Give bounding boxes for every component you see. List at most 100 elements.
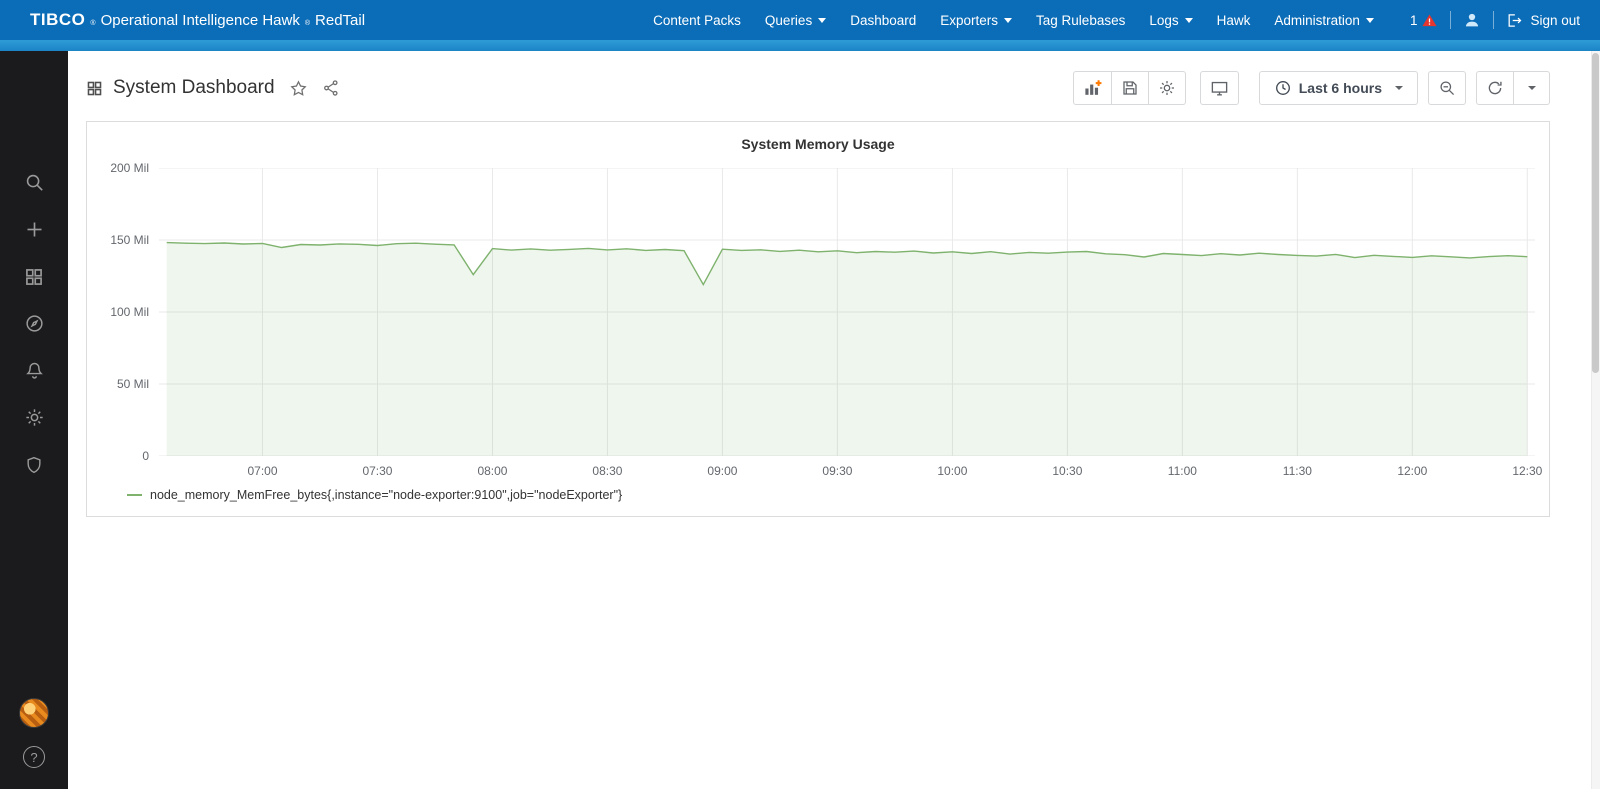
dashboards-icon [24, 267, 44, 287]
x-tick-label: 09:30 [822, 464, 852, 478]
nav-item-label: Exporters [940, 13, 998, 28]
nav-item-exporters[interactable]: Exporters [940, 13, 1012, 28]
sidebar-item-help[interactable]: ? [0, 735, 68, 779]
topbar-accent-strip [0, 40, 1600, 51]
topbar-divider-2 [1493, 11, 1494, 29]
panel-title[interactable]: System Memory Usage [101, 132, 1535, 168]
nav-item-hawk[interactable]: Hawk [1217, 13, 1251, 28]
chevron-down-icon [818, 18, 826, 23]
zoom-out-button[interactable] [1428, 71, 1466, 105]
x-tick-label: 08:30 [592, 464, 622, 478]
nav-item-label: Dashboard [850, 13, 916, 28]
legend-series-label[interactable]: node_memory_MemFree_bytes{,instance="nod… [150, 488, 622, 502]
chevron-down-icon [1366, 18, 1374, 23]
chart-legend: node_memory_MemFree_bytes{,instance="nod… [101, 482, 1535, 504]
alerting-icon [24, 360, 45, 381]
nav-item-content-packs[interactable]: Content Packs [653, 13, 741, 28]
brand-product: Operational Intelligence Hawk [101, 12, 300, 29]
zoom-out-icon [1438, 79, 1456, 97]
cycle-view-button[interactable] [1200, 71, 1239, 105]
brand-tibco: TIBCO [30, 10, 85, 30]
memory-chart-svg [159, 168, 1535, 456]
dashboard-header: System Dashboard [68, 51, 1600, 117]
sidebar-item-search[interactable] [0, 159, 68, 206]
nav-item-label: Queries [765, 13, 812, 28]
memory-usage-panel[interactable]: System Memory Usage 200 Mil150 Mil100 Mi… [86, 121, 1550, 517]
x-tick-label: 11:00 [1168, 464, 1197, 478]
refresh-icon [1486, 79, 1504, 97]
signout-button[interactable]: Sign out [1506, 12, 1580, 29]
refresh-button[interactable] [1476, 71, 1514, 105]
sidebar-item-configuration[interactable] [0, 394, 68, 441]
warning-triangle-icon [1421, 12, 1438, 29]
alerts-indicator[interactable]: 1 [1410, 12, 1439, 29]
main-content: System Dashboard [68, 51, 1600, 789]
scrollbar-thumb[interactable] [1592, 53, 1599, 373]
x-tick-label: 08:00 [477, 464, 507, 478]
x-tick-label: 12:30 [1512, 464, 1542, 478]
nav-item-dashboard[interactable]: Dashboard [850, 13, 916, 28]
gear-icon [1158, 79, 1176, 97]
user-icon [1463, 11, 1481, 29]
topnav-items: Content Packs Queries Dashboard Exporter… [653, 13, 1374, 28]
y-tick-label: 200 Mil [110, 161, 149, 175]
favorite-star-button[interactable] [289, 79, 308, 98]
add-icon [24, 219, 45, 240]
chart-plot[interactable] [159, 168, 1535, 456]
topnav-right-cluster: 1 Sign out [1410, 11, 1580, 29]
monitor-icon [1210, 79, 1229, 98]
x-tick-label: 07:30 [362, 464, 392, 478]
explore-icon [24, 313, 45, 334]
dashboard-settings-button[interactable] [1149, 71, 1186, 105]
sidebar-item-create[interactable] [0, 206, 68, 253]
alerts-count: 1 [1410, 13, 1418, 28]
signout-icon [1506, 12, 1523, 29]
shield-icon [24, 455, 44, 475]
nav-item-administration[interactable]: Administration [1274, 13, 1374, 28]
sidebar-item-explore[interactable] [0, 300, 68, 347]
search-icon [24, 172, 45, 193]
avatar [19, 698, 49, 728]
nav-item-label: Tag Rulebases [1036, 13, 1125, 28]
settings-icon [24, 407, 45, 428]
chevron-down-icon [1004, 18, 1012, 23]
sidebar-item-security[interactable] [0, 441, 68, 488]
x-tick-label: 07:00 [247, 464, 277, 478]
sidebar: ? [0, 51, 68, 789]
brand-reg-1: ® [90, 20, 95, 27]
signout-label: Sign out [1530, 13, 1580, 28]
page-title: System Dashboard [113, 77, 275, 99]
nav-item-logs[interactable]: Logs [1149, 13, 1192, 28]
chevron-down-icon [1395, 86, 1403, 90]
legend-series-swatch[interactable] [127, 494, 142, 496]
brand-logo[interactable]: TIBCO® Operational Intelligence Hawk® Re… [30, 10, 365, 30]
dashboard-grid-icon [86, 80, 103, 97]
user-menu-button[interactable] [1463, 11, 1481, 29]
y-tick-label: 100 Mil [110, 305, 149, 319]
share-button[interactable] [322, 79, 340, 97]
sidebar-item-profile[interactable] [0, 691, 68, 735]
nav-item-queries[interactable]: Queries [765, 13, 826, 28]
sidebar-bottom: ? [0, 691, 68, 789]
topbar: TIBCO® Operational Intelligence Hawk® Re… [0, 0, 1600, 40]
x-tick-label: 12:00 [1397, 464, 1427, 478]
topbar-divider [1450, 11, 1451, 29]
help-icon: ? [23, 746, 45, 768]
chevron-down-icon [1528, 86, 1536, 90]
time-range-picker[interactable]: Last 6 hours [1259, 71, 1418, 105]
dashboard-toolbar: Last 6 hours [1073, 71, 1550, 105]
y-axis: 200 Mil150 Mil100 Mil50 Mil0 [101, 168, 159, 456]
x-axis: 07:0007:3008:0008:3009:0009:3010:0010:30… [159, 456, 1535, 482]
x-tick-label: 10:00 [937, 464, 967, 478]
sidebar-item-alerting[interactable] [0, 347, 68, 394]
scrollbar[interactable] [1591, 51, 1600, 789]
sidebar-item-dashboards[interactable] [0, 253, 68, 300]
nav-item-tag-rulebases[interactable]: Tag Rulebases [1036, 13, 1125, 28]
save-dashboard-button[interactable] [1112, 71, 1149, 105]
x-tick-label: 11:30 [1283, 464, 1312, 478]
nav-item-label: Hawk [1217, 13, 1251, 28]
add-panel-button[interactable] [1073, 71, 1112, 105]
x-tick-label: 09:00 [707, 464, 737, 478]
y-tick-label: 50 Mil [117, 377, 149, 391]
refresh-interval-dropdown[interactable] [1514, 71, 1550, 105]
